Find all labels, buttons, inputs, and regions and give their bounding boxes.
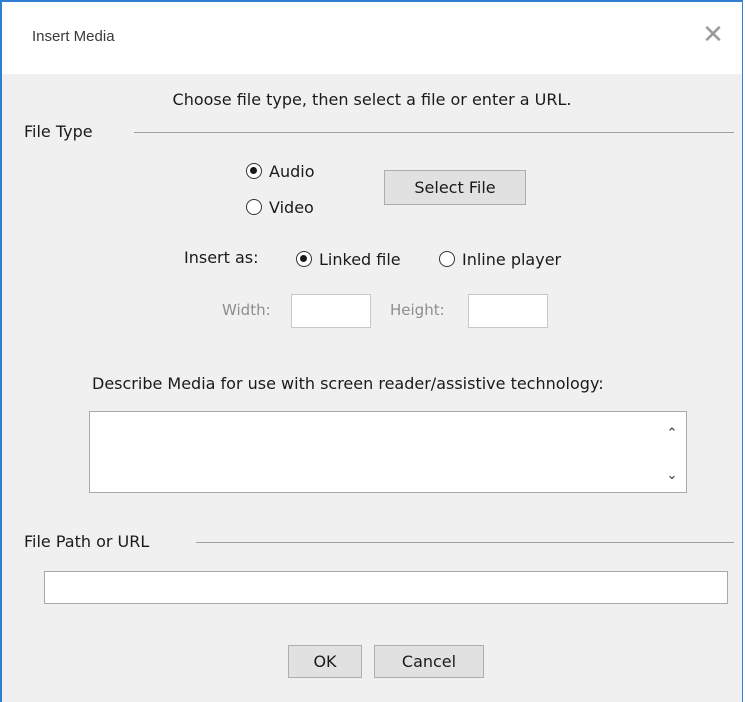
cancel-button[interactable]: Cancel bbox=[374, 645, 484, 678]
radio-inline-player-label: Inline player bbox=[462, 249, 562, 269]
height-label: Height: bbox=[390, 301, 445, 319]
describe-media-textarea[interactable]: ⌃ ⌄ bbox=[89, 411, 687, 493]
dialog-title: Insert Media bbox=[32, 28, 115, 45]
describe-media-label: Describe Media for use with screen reade… bbox=[92, 374, 604, 393]
radio-linked-file-icon[interactable] bbox=[296, 251, 312, 267]
radio-video[interactable]: Video bbox=[246, 196, 314, 218]
close-icon[interactable]: ✕ bbox=[698, 20, 728, 50]
file-type-label: File Type bbox=[24, 122, 93, 141]
select-file-button[interactable]: Select File bbox=[384, 170, 526, 205]
file-path-input[interactable] bbox=[44, 571, 728, 604]
radio-inline-player[interactable]: Inline player bbox=[439, 248, 561, 270]
file-path-divider bbox=[196, 542, 734, 543]
file-path-label: File Path or URL bbox=[24, 532, 150, 551]
radio-video-icon[interactable] bbox=[246, 199, 262, 215]
scroll-down-icon[interactable]: ⌄ bbox=[664, 468, 680, 483]
insert-media-dialog: Insert Media ✕ Choose file type, then se… bbox=[0, 0, 743, 702]
radio-video-label: Video bbox=[269, 197, 314, 217]
radio-inline-player-icon[interactable] bbox=[439, 251, 455, 267]
ok-button[interactable]: OK bbox=[288, 645, 362, 678]
instruction-text: Choose file type, then select a file or … bbox=[172, 90, 572, 109]
radio-audio[interactable]: Audio bbox=[246, 160, 314, 182]
radio-audio-icon[interactable] bbox=[246, 163, 262, 179]
radio-linked-file[interactable]: Linked file bbox=[296, 248, 401, 270]
scroll-up-icon[interactable]: ⌃ bbox=[664, 426, 680, 441]
radio-linked-file-label: Linked file bbox=[319, 249, 401, 269]
width-input[interactable] bbox=[291, 294, 371, 328]
title-bar: Insert Media ✕ bbox=[2, 2, 742, 74]
radio-audio-label: Audio bbox=[269, 161, 315, 181]
insert-as-label: Insert as: bbox=[184, 248, 259, 267]
height-input[interactable] bbox=[468, 294, 548, 328]
width-label: Width: bbox=[222, 301, 271, 319]
file-type-divider bbox=[134, 132, 734, 133]
